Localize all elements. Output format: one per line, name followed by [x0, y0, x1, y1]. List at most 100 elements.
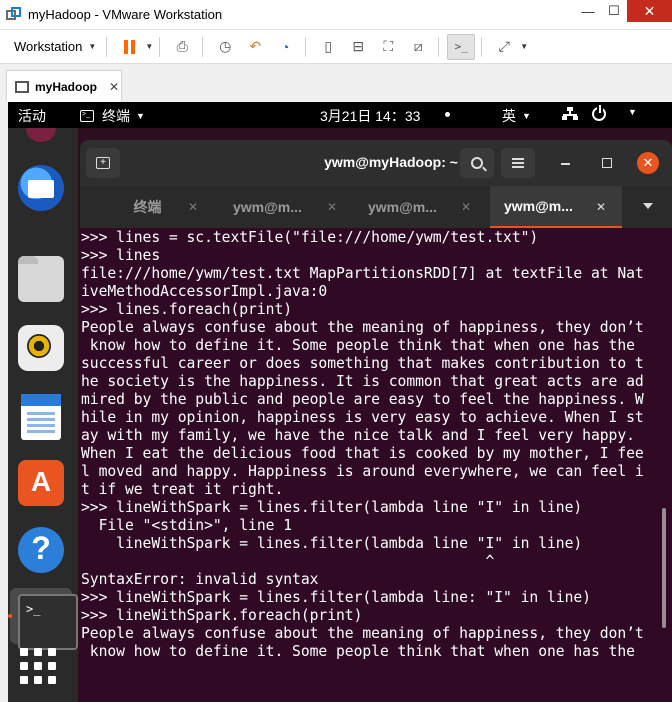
- terminal-output[interactable]: >>> lines = sc.textFile("file:///home/yw…: [81, 229, 661, 662]
- vm-tab-myhadoop[interactable]: myHadoop ✕: [6, 70, 122, 102]
- dock-partial-icon: [26, 128, 56, 142]
- terminal-tab-active[interactable]: ywm@m... ✕: [490, 186, 622, 228]
- power-options-caret-icon[interactable]: ▼: [145, 42, 153, 51]
- terminal-line: lineWithSpark = lines.filter(lambda line…: [81, 535, 583, 552]
- close-icon[interactable]: ✕: [109, 80, 119, 94]
- snapshot-manager-icon[interactable]: ◔: [271, 34, 299, 60]
- terminal-line: t if we treat it right.: [81, 481, 284, 498]
- close-icon[interactable]: ✕: [327, 200, 337, 214]
- vmware-title-bar: myHadoop - VMware Workstation — ☐ ✕: [0, 0, 672, 30]
- toolbar-divider: [106, 36, 108, 57]
- close-icon[interactable]: ✕: [596, 200, 606, 214]
- pause-button[interactable]: [115, 34, 143, 60]
- terminal-line: File "<stdin>", line 1: [81, 517, 293, 534]
- files-icon[interactable]: [18, 256, 64, 302]
- terminal-icon[interactable]: [10, 588, 78, 650]
- vm-tab-label: myHadoop: [35, 79, 98, 94]
- terminal-line: >>> lines = sc.textFile("file:///home/yw…: [81, 229, 539, 246]
- pause-icon: [123, 39, 135, 54]
- stretch-options-caret-icon[interactable]: ▼: [520, 42, 528, 51]
- terminal-line: he society is the happiness. It is commo…: [81, 373, 644, 390]
- sidebar-icon[interactable]: ▯: [314, 34, 342, 60]
- workstation-menu[interactable]: Workstation ▼: [10, 36, 100, 57]
- input-method-label: 英: [502, 108, 516, 124]
- network-icon[interactable]: [562, 107, 578, 121]
- terminal-tab-bar: 终端 ✕ ywm@m... ✕ ywm@m... ✕ ywm@m... ✕: [80, 186, 672, 228]
- close-icon[interactable]: ✕: [461, 200, 471, 214]
- terminal-line: ay with my family, we have the nice talk…: [81, 427, 635, 444]
- menu-button[interactable]: [501, 148, 535, 178]
- terminal-tab[interactable]: ywm@m... ✕: [220, 186, 355, 228]
- close-icon[interactable]: ✕: [637, 152, 659, 174]
- guest-screen[interactable]: 活动 >_ 终端 ▼ 3月21日 14：33 英 ▼ ▼ A ? >_ + yw…: [8, 102, 672, 702]
- terminal-line: know how to define it. Some people think…: [81, 643, 635, 660]
- hamburger-icon: [512, 162, 524, 164]
- terminal-line: mired by the public and people are easy …: [81, 391, 644, 408]
- fullscreen-icon[interactable]: ⛶: [374, 34, 402, 60]
- search-icon: [471, 157, 483, 169]
- revert-snapshot-icon[interactable]: ↶: [241, 34, 269, 60]
- scrollbar[interactable]: [662, 508, 666, 628]
- help-icon[interactable]: [18, 527, 64, 573]
- system-menu-caret-icon[interactable]: ▼: [628, 107, 637, 117]
- activities-button[interactable]: 活动: [18, 106, 46, 126]
- show-applications-icon[interactable]: [20, 648, 56, 684]
- minimize-icon[interactable]: [561, 163, 570, 165]
- app-menu[interactable]: >_ 终端 ▼: [80, 106, 145, 126]
- terminal-header-bar[interactable]: + ywm@myHadoop: ~ ✕: [80, 140, 672, 186]
- terminal-line: When I eat the delicious food that is co…: [81, 445, 644, 462]
- maximize-icon[interactable]: [602, 158, 612, 168]
- window-title: myHadoop - VMware Workstation: [28, 7, 223, 22]
- rhythmbox-icon[interactable]: [18, 325, 64, 371]
- send-ctrl-alt-del-icon[interactable]: ⎙: [168, 34, 196, 60]
- ubuntu-dock: [8, 128, 78, 702]
- terminal-line: ^: [81, 553, 495, 570]
- terminal-line: SyntaxError: invalid syntax: [81, 571, 319, 588]
- terminal-line: >>> lineWithSpark.foreach(print): [81, 607, 363, 624]
- vmware-app-icon: [6, 6, 22, 23]
- search-button[interactable]: [460, 148, 494, 178]
- terminal-small-icon: >_: [80, 110, 94, 122]
- terminal-tab[interactable]: 终端 ✕: [80, 186, 215, 228]
- terminal-line: People always confuse about the meaning …: [81, 625, 644, 642]
- minimize-button[interactable]: —: [575, 0, 601, 22]
- new-tab-button[interactable]: +: [86, 148, 120, 178]
- vmware-toolbar: Workstation ▼ ▼ ⎙ ◷ ↶ ◔ ▯ ⊟ ⛶ ⧄ >_ ⤢ ▼: [0, 30, 672, 64]
- clock[interactable]: 3月21日 14：33: [320, 106, 420, 126]
- thumbnail-icon[interactable]: ⊟: [344, 34, 372, 60]
- terminal-tab[interactable]: ywm@m... ✕: [355, 186, 490, 228]
- stretch-icon[interactable]: ⤢: [490, 34, 518, 60]
- terminal-line: >>> lines: [81, 247, 161, 264]
- terminal-line: >>> lines.foreach(print): [81, 301, 293, 318]
- maximize-button[interactable]: ☐: [601, 0, 627, 22]
- unity-icon[interactable]: ⧄: [404, 34, 432, 60]
- terminal-line: People always confuse about the meaning …: [81, 319, 644, 336]
- thunderbird-icon[interactable]: [18, 165, 64, 211]
- input-method-menu[interactable]: 英 ▼: [502, 106, 531, 126]
- ubuntu-software-icon[interactable]: [18, 460, 64, 506]
- tab-overflow-caret-icon[interactable]: [643, 203, 653, 209]
- terminal-line: >>> lineWithSpark = lines.filter(lambda …: [81, 499, 583, 516]
- console-icon[interactable]: >_: [447, 33, 476, 60]
- terminal-line: hile in my opinion, happiness is very ea…: [81, 409, 644, 426]
- terminal-line: l moved and happy. Happiness is around e…: [81, 463, 644, 480]
- close-icon[interactable]: ✕: [188, 200, 198, 214]
- terminal-window[interactable]: + ywm@myHadoop: ~ ✕ 终端 ✕ ywm@m... ✕ ywm@…: [80, 140, 672, 702]
- chevron-down-icon: ▼: [522, 111, 531, 121]
- chevron-down-icon: ▼: [136, 111, 145, 121]
- power-icon[interactable]: [592, 105, 606, 121]
- libreoffice-writer-icon[interactable]: [21, 394, 61, 440]
- toolbar-divider: [438, 36, 440, 57]
- snapshot-icon[interactable]: ◷: [211, 34, 239, 60]
- toolbar-divider: [202, 36, 204, 57]
- vm-icon: [15, 80, 29, 93]
- workstation-menu-label: Workstation: [14, 39, 83, 54]
- window-controls: — ☐ ✕: [575, 0, 672, 22]
- toolbar-divider: [481, 36, 483, 57]
- toolbar-divider: [305, 36, 307, 57]
- terminal-line: know how to define it. Some people think…: [81, 337, 635, 354]
- vm-tab-bar: myHadoop ✕: [0, 64, 672, 102]
- app-menu-label: 终端: [102, 108, 130, 124]
- terminal-line: iveMethodAccessorImpl.java:0: [81, 283, 328, 300]
- close-button[interactable]: ✕: [627, 0, 672, 22]
